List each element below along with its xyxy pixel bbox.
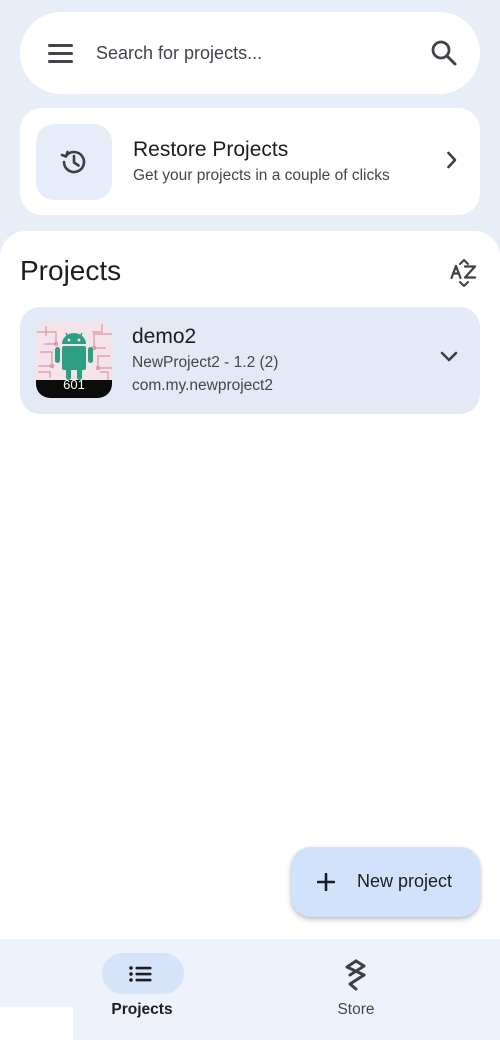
- nav-item-store[interactable]: Store: [276, 939, 436, 1040]
- bottom-navigation: Projects Store: [0, 939, 500, 1040]
- list-icon: [129, 966, 152, 982]
- project-thumbnail: 601: [36, 322, 112, 398]
- nav-label-projects: Projects: [111, 1001, 173, 1018]
- restore-subtitle: Get your projects in a couple of clicks: [133, 167, 390, 184]
- project-package: com.my.newproject2: [132, 377, 273, 394]
- chevron-down-icon[interactable]: [440, 350, 458, 364]
- restore-projects-card[interactable]: Restore Projects Get your projects in a …: [20, 108, 480, 215]
- history-icon: [60, 150, 86, 174]
- new-project-button[interactable]: New project: [291, 847, 480, 917]
- restore-icon-container: [36, 124, 112, 200]
- store-icon: [345, 959, 366, 991]
- project-name: demo2: [132, 325, 197, 348]
- new-project-label: New project: [357, 871, 453, 891]
- search-icon[interactable]: [430, 39, 458, 67]
- nav-label-store: Store: [337, 1001, 375, 1018]
- sort-az-icon[interactable]: [450, 258, 478, 288]
- project-card[interactable]: 601 demo2 NewProject2 - 1.2 (2) com.my.n…: [20, 307, 480, 414]
- search-bar[interactable]: [20, 12, 480, 94]
- page-title: Projects: [20, 255, 122, 286]
- project-version: NewProject2 - 1.2 (2): [132, 354, 279, 371]
- plus-icon: [317, 873, 335, 891]
- bottom-left-patch: [0, 1007, 73, 1040]
- menu-icon[interactable]: [48, 41, 74, 65]
- projects-sheet: Projects 601 demo2 NewProject2 - 1.2 (2)…: [0, 231, 500, 939]
- search-input[interactable]: [96, 38, 396, 68]
- thumbnail-label: 601: [63, 377, 85, 392]
- nav-item-projects[interactable]: Projects: [62, 939, 222, 1040]
- chevron-right-icon: [447, 151, 457, 169]
- restore-title: Restore Projects: [133, 138, 289, 161]
